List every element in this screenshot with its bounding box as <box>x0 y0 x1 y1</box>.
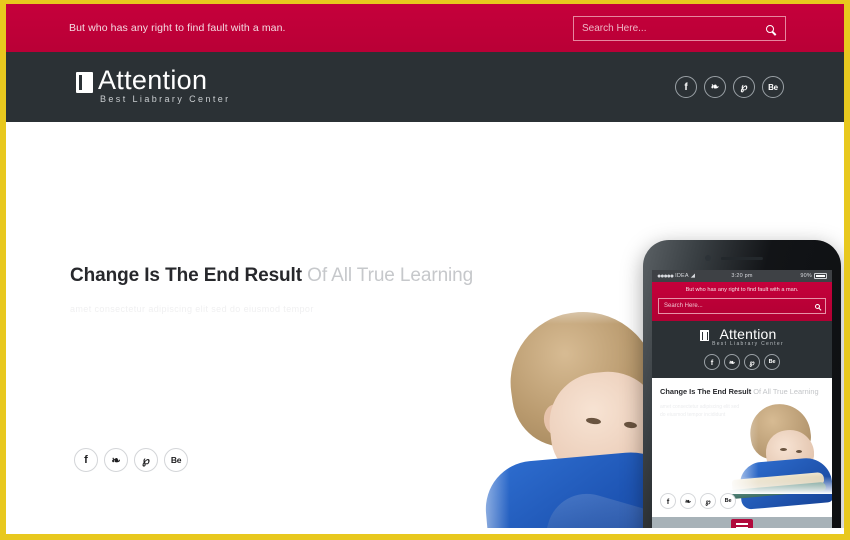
pinterest-icon[interactable]: ℘ <box>134 448 158 472</box>
book-icon <box>76 72 93 93</box>
phone-hero-section: Change Is The End Result Of All True Lea… <box>652 378 832 517</box>
hero-copy: Change Is The End Result Of All True Lea… <box>70 264 473 316</box>
headline-light: Of All True Learning <box>307 265 474 286</box>
pinterest-icon[interactable]: ℘ <box>733 76 755 98</box>
behance-icon[interactable]: Be <box>764 354 780 370</box>
phone-camera-icon <box>705 255 711 261</box>
top-announcement-bar: But who has any right to find fault with… <box>6 4 844 52</box>
iphone-mockup: ●●●●● IDEA ◢ 3:20 pm 90% But who has any… <box>643 240 841 528</box>
site-logo[interactable]: Attention Best Liabrary Center <box>76 66 231 104</box>
phone-boy-reading-photo <box>726 396 832 510</box>
hamburger-menu-icon[interactable] <box>731 519 753 528</box>
search-button[interactable] <box>755 17 785 40</box>
behance-icon[interactable]: Be <box>164 448 188 472</box>
hero-section: Change Is The End Result Of All True Lea… <box>6 122 844 528</box>
battery-icon <box>814 273 827 279</box>
wifi-icon: ◢ <box>690 273 696 279</box>
phone-hero-headline: Change Is The End Result Of All True Lea… <box>660 387 824 397</box>
phone-screen: ●●●●● IDEA ◢ 3:20 pm 90% But who has any… <box>652 270 832 528</box>
headline-strong: Change Is The End Result <box>70 265 302 286</box>
twitter-icon[interactable]: ❧ <box>680 493 696 509</box>
gold-border-frame: But who has any right to find fault with… <box>0 0 850 540</box>
phone-search-placeholder: Search Here... <box>664 303 703 309</box>
phone-search-box[interactable]: Search Here... <box>658 298 826 314</box>
twitter-icon[interactable]: ❧ <box>104 448 128 472</box>
phone-site-logo[interactable]: Attention Best Liabrary Center <box>700 327 784 347</box>
facebook-icon[interactable]: f <box>660 493 676 509</box>
facebook-icon[interactable]: f <box>704 354 720 370</box>
twitter-icon[interactable]: ❧ <box>704 76 726 98</box>
phone-headline-light: Of All True Learning <box>753 387 819 396</box>
pinterest-icon[interactable]: ℘ <box>744 354 760 370</box>
webpage-preview: But who has any right to find fault with… <box>6 4 844 534</box>
behance-icon[interactable]: Be <box>762 76 784 98</box>
facebook-icon[interactable]: f <box>675 76 697 98</box>
phone-logo-title: Attention <box>719 326 777 342</box>
phone-headline-strong: Change Is The End Result <box>660 387 752 396</box>
behance-icon[interactable]: Be <box>720 493 736 509</box>
battery-percent-label: 90% <box>800 273 812 279</box>
hero-subline: amet consectetur adipiscing elit sed do … <box>70 304 314 314</box>
logo-title: Attention <box>98 65 208 95</box>
phone-header-social-links: f ❧ ℘ Be <box>652 354 832 370</box>
search-icon[interactable] <box>815 303 820 309</box>
header-social-links: f ❧ ℘ Be <box>675 76 784 98</box>
phone-hero-social-links: f ❧ ℘ Be <box>660 493 736 509</box>
announcement-quote: But who has any right to find fault with… <box>69 22 286 34</box>
book-icon <box>700 330 710 341</box>
phone-announcement-quote: But who has any right to find fault with… <box>685 287 799 293</box>
pinterest-icon[interactable]: ℘ <box>700 493 716 509</box>
facebook-icon[interactable]: f <box>74 448 98 472</box>
phone-status-bar: ●●●●● IDEA ◢ 3:20 pm 90% <box>652 270 832 282</box>
site-header: Attention Best Liabrary Center ☎ Contact… <box>6 52 844 140</box>
phone-hero-subline: amet consectetur adipiscing elit sed do … <box>660 404 740 418</box>
phone-menu-bar <box>652 517 832 528</box>
logo-subtitle: Best Liabrary Center <box>100 94 231 104</box>
phone-logo-subtitle: Best Liabrary Center <box>712 341 784 347</box>
phone-site-header: Attention Best Liabrary Center f ❧ ℘ Be <box>652 321 832 378</box>
hero-headline: Change Is The End Result Of All True Lea… <box>70 264 473 288</box>
signal-icon: ●●●●● <box>657 272 674 280</box>
search-icon <box>766 24 774 33</box>
search-input[interactable] <box>574 23 755 34</box>
carrier-label: IDEA <box>675 273 689 279</box>
phone-speaker <box>721 257 763 260</box>
phone-announcement-bar: But who has any right to find fault with… <box>652 282 832 321</box>
clock-label: 3:20 pm <box>731 273 753 279</box>
hero-social-links: f ❧ ℘ Be <box>74 448 188 472</box>
search-box[interactable] <box>573 16 786 41</box>
twitter-icon[interactable]: ❧ <box>724 354 740 370</box>
